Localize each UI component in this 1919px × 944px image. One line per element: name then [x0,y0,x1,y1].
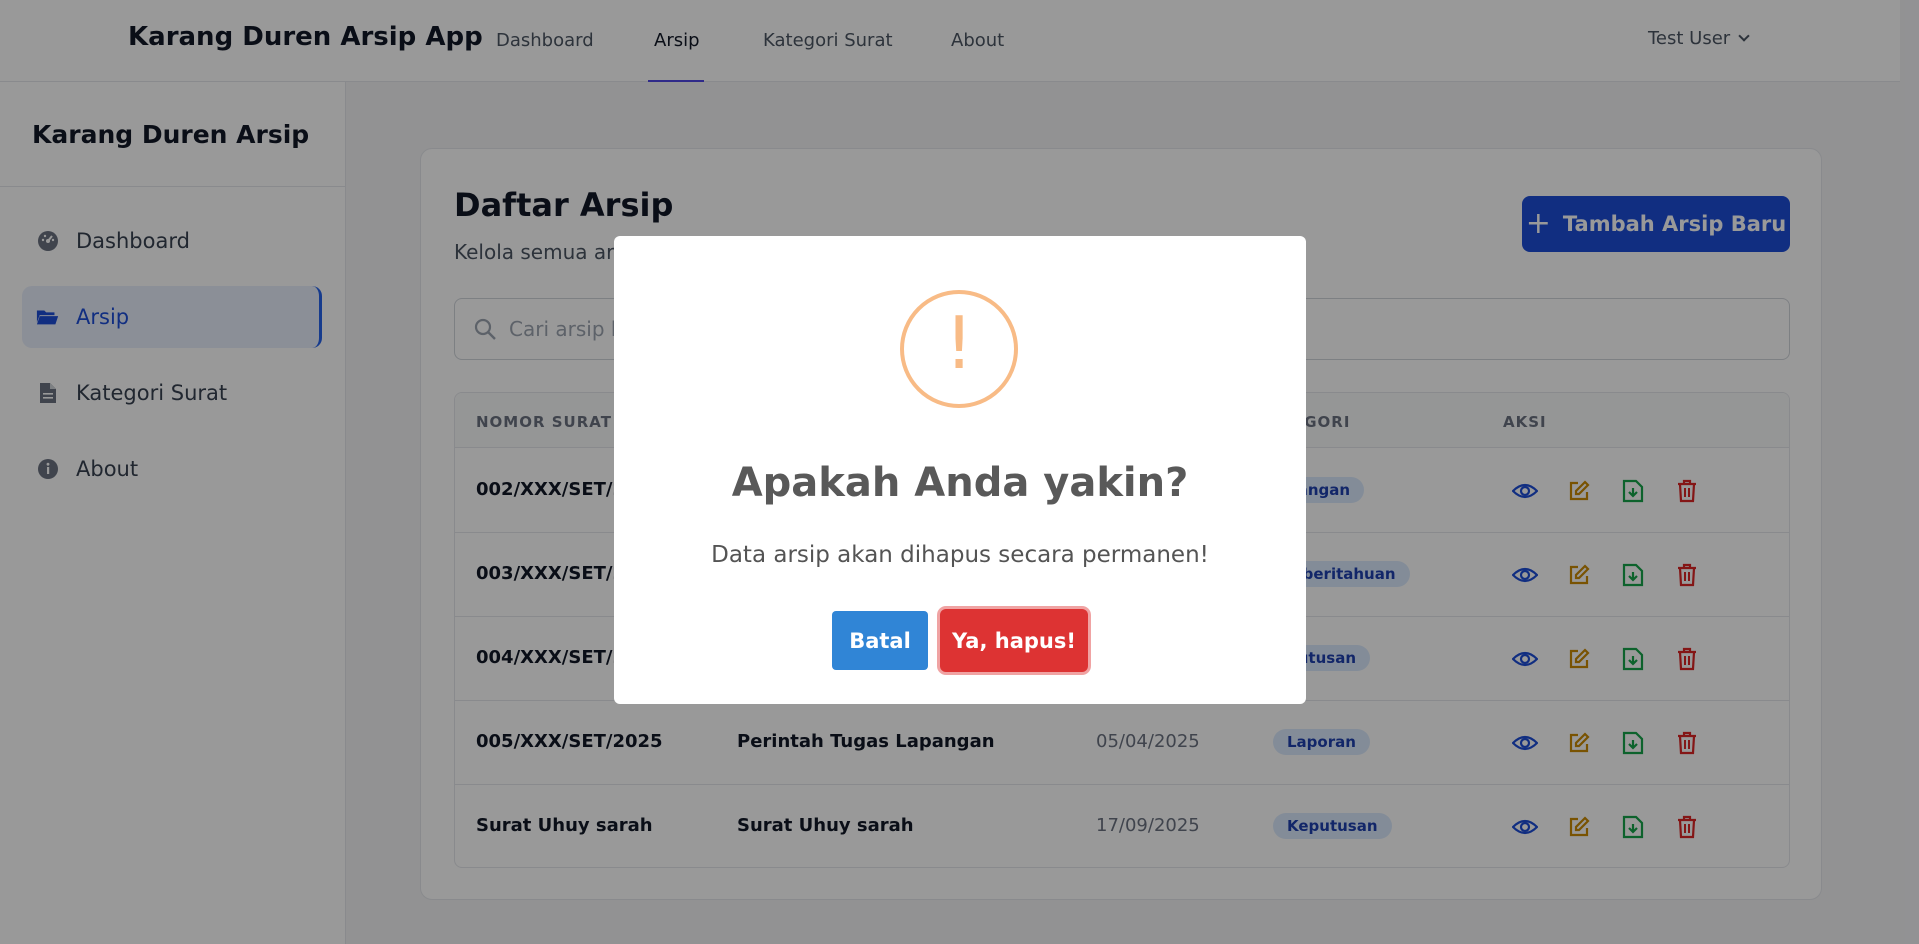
cancel-button[interactable]: Batal [832,611,928,670]
warning-mark: ! [944,301,974,385]
warning-icon: ! [900,290,1018,408]
confirm-delete-button[interactable]: Ya, hapus! [940,609,1088,672]
dialog-title: Apakah Anda yakin? [731,460,1189,506]
dialog-message: Data arsip akan dihapus secara permanen! [711,542,1209,568]
confirm-delete-dialog: ! Apakah Anda yakin? Data arsip akan dih… [614,236,1306,704]
